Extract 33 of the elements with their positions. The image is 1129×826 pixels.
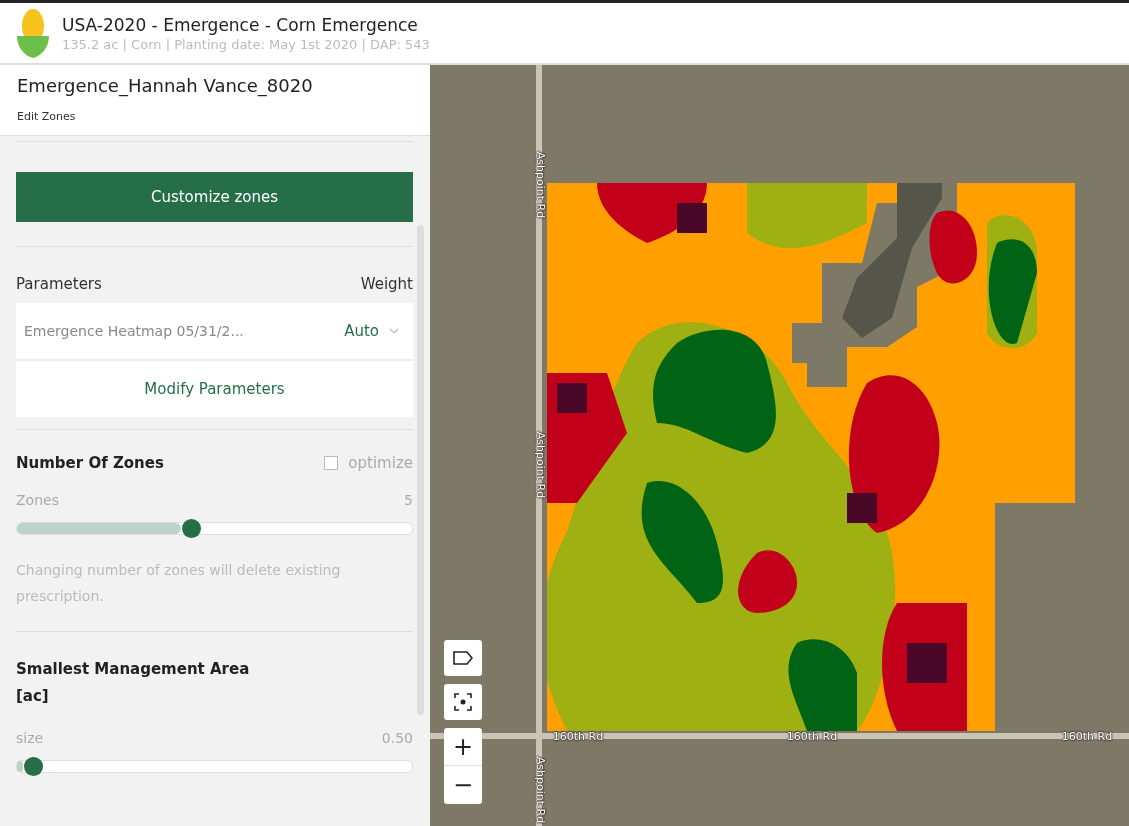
unit-label: [ac] (16, 686, 50, 707)
corn-logo-icon (16, 8, 50, 58)
parameters-label: Parameters (16, 275, 102, 293)
chevron-down-icon (389, 328, 399, 334)
tag-icon (453, 651, 473, 665)
locate-button[interactable] (444, 684, 482, 720)
locate-icon (454, 693, 472, 711)
panel-title: Emergence_Hannah Vance_8020 (17, 75, 314, 96)
slider-label: Zones (16, 492, 59, 508)
section-title: Smallest Management Area (16, 659, 251, 680)
road-label: 160th Rd (786, 729, 838, 743)
slider-value: 0.50 (381, 730, 413, 746)
tag-button[interactable] (444, 640, 482, 676)
zoom-in-button[interactable]: + (444, 728, 482, 766)
slider-value: 5 (404, 492, 413, 508)
field-details: 135.2 ac | Corn | Planting date: May 1st 2020 | DAP: 543 (62, 36, 430, 52)
road-label: Ashpoint Rd (533, 431, 547, 499)
slider-label: size (16, 730, 44, 746)
road-label: Ashpoint Rd (533, 151, 547, 219)
weight-dropdown[interactable]: Auto (338, 321, 405, 341)
road-label: Ashpoint Rd (533, 756, 547, 824)
zoom-out-button[interactable]: − (444, 766, 482, 804)
weight-label: Weight (360, 275, 413, 293)
panel-subtitle: Edit Zones (17, 110, 77, 123)
parameter-name: Emergence Heatmap 05/31/2... (24, 323, 244, 339)
customize-zones-button[interactable]: Customize zones (16, 172, 413, 222)
page-title: USA-2020 - Emergence - Corn Emergence (62, 14, 419, 35)
slider-handle[interactable] (181, 519, 201, 538)
road-label: 160th Rd (552, 729, 604, 743)
road-label: 160th Rd (1061, 729, 1113, 743)
section-title: Number Of Zones (16, 454, 164, 472)
slider-handle[interactable] (23, 757, 43, 776)
zone-area (738, 550, 797, 613)
